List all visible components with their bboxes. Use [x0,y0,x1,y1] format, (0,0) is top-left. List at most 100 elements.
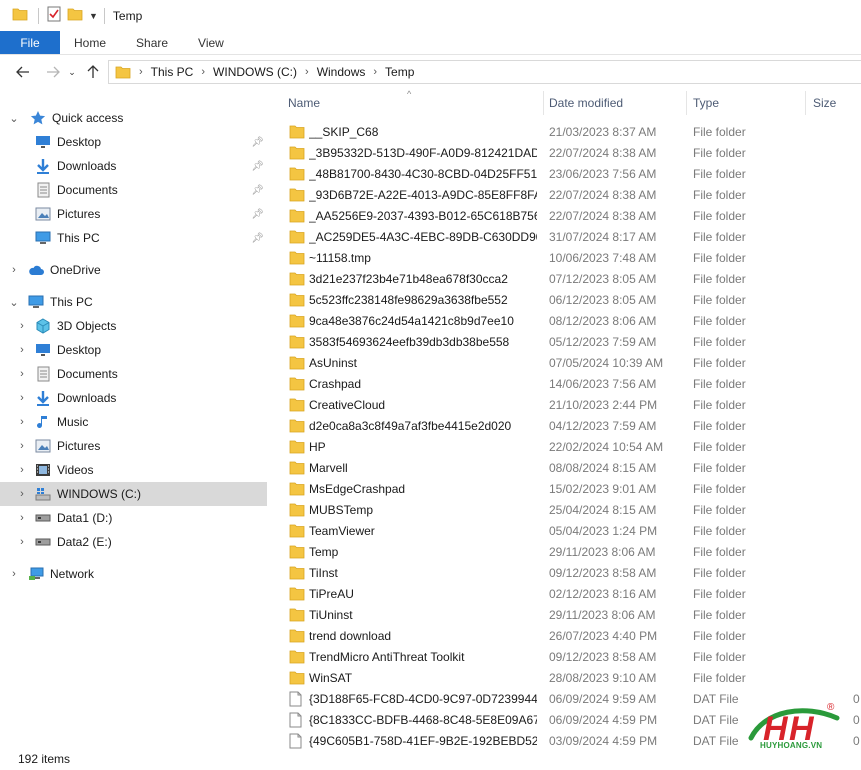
back-button[interactable] [11,60,35,84]
chevron-right-icon[interactable]: › [16,488,28,500]
table-row[interactable]: d2e0ca8a3c8f49a7af3fbe4415e2d020 04/12/20… [270,415,861,436]
nav-qa-downloads[interactable]: Downloads 📌︎ [0,154,270,178]
customize-dropdown-icon[interactable]: ▼ [89,11,98,21]
breadcrumb-this-pc[interactable]: This PC [151,65,194,79]
chevron-right-icon[interactable]: › [16,512,28,524]
nav-qa-this-pc[interactable]: This PC 📌︎ [0,226,270,250]
column-header-name[interactable]: Name [288,89,543,117]
table-row[interactable]: Crashpad 14/06/2023 7:56 AM File folder [270,373,861,394]
chevron-right-icon[interactable]: › [16,320,28,332]
nav-pc-3d-objects[interactable]: › 3D Objects [0,314,270,338]
table-row[interactable]: 9ca48e3876c24d54a1421c8b9d7ee10 08/12/202… [270,310,861,331]
chevron-right-icon[interactable]: › [16,416,28,428]
chevron-down-icon[interactable]: ⌄ [8,112,20,125]
table-row[interactable]: _3B95332D-513D-490F-A0D9-812421DAD... 22/… [270,142,861,163]
folder-icon [115,65,131,79]
chevron-down-icon[interactable]: ⌄ [8,296,20,309]
column-header-size[interactable]: Size [813,89,861,117]
breadcrumb-windows[interactable]: Windows [317,65,366,79]
pin-icon[interactable]: 📌︎ [251,161,264,172]
folder-icon[interactable] [12,7,28,24]
table-row[interactable]: TiPreAU 02/12/2023 8:16 AM File folder [270,583,861,604]
file-type: File folder [693,376,746,391]
pin-icon[interactable]: 📌︎ [251,233,264,244]
table-row[interactable]: AsUninst 07/05/2024 10:39 AM File folder [270,352,861,373]
column-divider[interactable] [686,91,687,115]
nav-pc-desktop[interactable]: › Desktop [0,338,270,362]
pin-icon[interactable]: 📌︎ [251,209,264,220]
folder-icon [289,124,305,139]
up-button[interactable] [81,60,105,84]
nav-pc-videos[interactable]: › Videos [0,458,270,482]
column-header-date[interactable]: Date modified [549,89,687,117]
folder-icon [289,607,305,622]
table-row[interactable]: _AA5256E9-2037-4393-B012-65C618B756... 22… [270,205,861,226]
tab-view[interactable]: View [183,31,239,54]
column-divider[interactable] [805,91,806,115]
chevron-right-icon[interactable]: › [16,368,28,380]
table-row[interactable]: 3d21e237f23b4e71b48ea678f30cca2 07/12/202… [270,268,861,289]
chevron-right-icon[interactable]: › [373,66,377,78]
table-row[interactable]: TiInst 09/12/2023 8:58 AM File folder [270,562,861,583]
nav-pc-music[interactable]: › Music [0,410,270,434]
table-row[interactable]: MUBSTemp 25/04/2024 8:15 AM File folder [270,499,861,520]
table-row[interactable]: TiUninst 29/11/2023 8:06 AM File folder [270,604,861,625]
pin-icon[interactable]: 📌︎ [251,137,264,148]
breadcrumb-temp[interactable]: Temp [385,65,414,79]
nav-pc-windows-c[interactable]: › WINDOWS (C:) [0,482,267,506]
tab-home[interactable]: Home [60,31,121,54]
tab-share[interactable]: Share [121,31,183,54]
chevron-right-icon[interactable]: › [8,568,20,580]
address-bar[interactable]: › This PC › WINDOWS (C:) › Windows › Tem… [108,60,861,84]
chevron-right-icon[interactable]: › [305,66,309,78]
nav-network[interactable]: › Network [0,562,270,586]
table-row[interactable]: WinSAT 28/08/2023 9:10 AM File folder [270,667,861,688]
chevron-right-icon[interactable]: › [16,464,28,476]
chevron-right-icon[interactable]: › [201,66,205,78]
tab-file[interactable]: File [0,31,60,54]
desktop-icon [35,134,51,150]
nav-this-pc[interactable]: ⌄ This PC [0,290,270,314]
new-folder-icon[interactable] [67,7,83,24]
nav-pc-downloads[interactable]: › Downloads [0,386,270,410]
nav-quick-access[interactable]: ⌄ Quick access [0,106,270,130]
table-row[interactable]: __SKIP_C68 21/03/2023 8:37 AM File folder [270,121,861,142]
table-row[interactable]: _AC259DE5-4A3C-4EBC-89DB-C630DD90... 31/0… [270,226,861,247]
table-row[interactable]: ~11158.tmp 10/06/2023 7:48 AM File folder [270,247,861,268]
nav-onedrive[interactable]: › OneDrive [0,258,270,282]
chevron-right-icon[interactable]: › [16,440,28,452]
table-row[interactable]: trend download 26/07/2023 4:40 PM File fol… [270,625,861,646]
nav-label: Downloads [57,391,117,405]
breadcrumb-windows-c[interactable]: WINDOWS (C:) [213,65,297,79]
chevron-right-icon[interactable]: › [16,536,28,548]
table-row[interactable]: Marvell 08/08/2024 8:15 AM File folder [270,457,861,478]
file-date-modified: 06/12/2023 8:05 AM [549,292,657,307]
forward-button[interactable] [41,60,65,84]
nav-pc-data1-d[interactable]: › Data1 (D:) [0,506,270,530]
table-row[interactable]: _93D6B72E-A22E-4013-A9DC-85E8FF8FA0... 22… [270,184,861,205]
chevron-right-icon[interactable]: › [16,392,28,404]
recent-locations-button[interactable]: ⌄ [65,60,79,84]
chevron-right-icon[interactable]: › [16,344,28,356]
nav-qa-documents[interactable]: Documents 📌︎ [0,178,270,202]
nav-pc-data2-e[interactable]: › Data2 (E:) [0,530,270,554]
table-row[interactable]: HP 22/02/2024 10:54 AM File folder [270,436,861,457]
table-row[interactable]: TrendMicro AntiThreat Toolkit 09/12/2023 … [270,646,861,667]
nav-qa-desktop[interactable]: Desktop 📌︎ [0,130,270,154]
table-row[interactable]: 5c523ffc238148fe98629a3638fbe552 06/12/20… [270,289,861,310]
table-row[interactable]: CreativeCloud 21/10/2023 2:44 PM File fold… [270,394,861,415]
nav-pc-pictures[interactable]: › Pictures [0,434,270,458]
table-row[interactable]: TeamViewer 05/04/2023 1:24 PM File folder [270,520,861,541]
nav-qa-pictures[interactable]: Pictures 📌︎ [0,202,270,226]
properties-icon[interactable] [47,6,61,25]
file-name: _3B95332D-513D-490F-A0D9-812421DAD... [309,145,537,160]
pin-icon[interactable]: 📌︎ [251,185,264,196]
column-header-type[interactable]: Type [693,89,803,117]
chevron-right-icon[interactable]: › [8,264,20,276]
table-row[interactable]: Temp 29/11/2023 8:06 AM File folder [270,541,861,562]
column-divider[interactable] [543,91,544,115]
table-row[interactable]: _48B81700-8430-4C30-8CBD-04D25FF513... 23… [270,163,861,184]
table-row[interactable]: 3583f54693624eefb39db3db38be558 05/12/202… [270,331,861,352]
nav-pc-documents[interactable]: › Documents [0,362,270,386]
table-row[interactable]: MsEdgeCrashpad 15/02/2023 9:01 AM File fol… [270,478,861,499]
